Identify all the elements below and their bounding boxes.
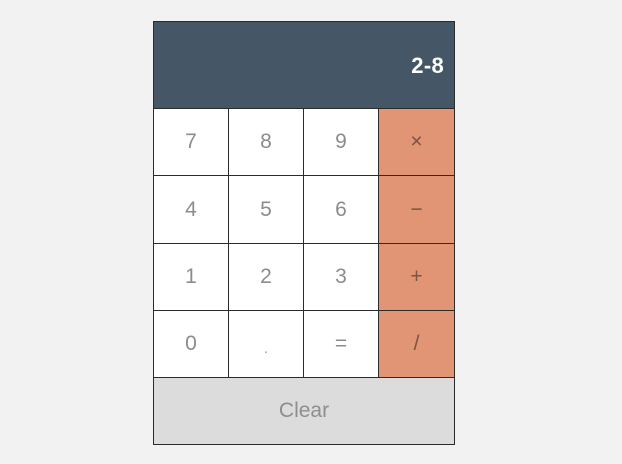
clear-button[interactable]: Clear xyxy=(154,378,454,444)
key-equals[interactable]: = xyxy=(304,311,379,378)
key-subtract[interactable]: − xyxy=(379,176,454,244)
calculator: 2-8 7 8 9 × 4 5 6 − 1 2 3 + 0 . = / Clea… xyxy=(153,21,455,445)
key-8[interactable]: 8 xyxy=(229,109,304,176)
key-4[interactable]: 4 xyxy=(154,176,229,244)
key-multiply[interactable]: × xyxy=(379,109,454,176)
key-7[interactable]: 7 xyxy=(154,109,229,176)
key-divide[interactable]: / xyxy=(379,311,454,378)
key-decimal[interactable]: . xyxy=(229,311,304,378)
keypad: 7 8 9 × 4 5 6 − 1 2 3 + 0 . = / xyxy=(154,109,454,378)
key-3[interactable]: 3 xyxy=(304,244,379,311)
key-2[interactable]: 2 xyxy=(229,244,304,311)
display-value: 2-8 xyxy=(411,53,444,78)
key-6[interactable]: 6 xyxy=(304,176,379,244)
key-add[interactable]: + xyxy=(379,244,454,311)
display-screen: 2-8 xyxy=(154,22,454,109)
key-0[interactable]: 0 xyxy=(154,311,229,378)
key-1[interactable]: 1 xyxy=(154,244,229,311)
key-5[interactable]: 5 xyxy=(229,176,304,244)
key-9[interactable]: 9 xyxy=(304,109,379,176)
